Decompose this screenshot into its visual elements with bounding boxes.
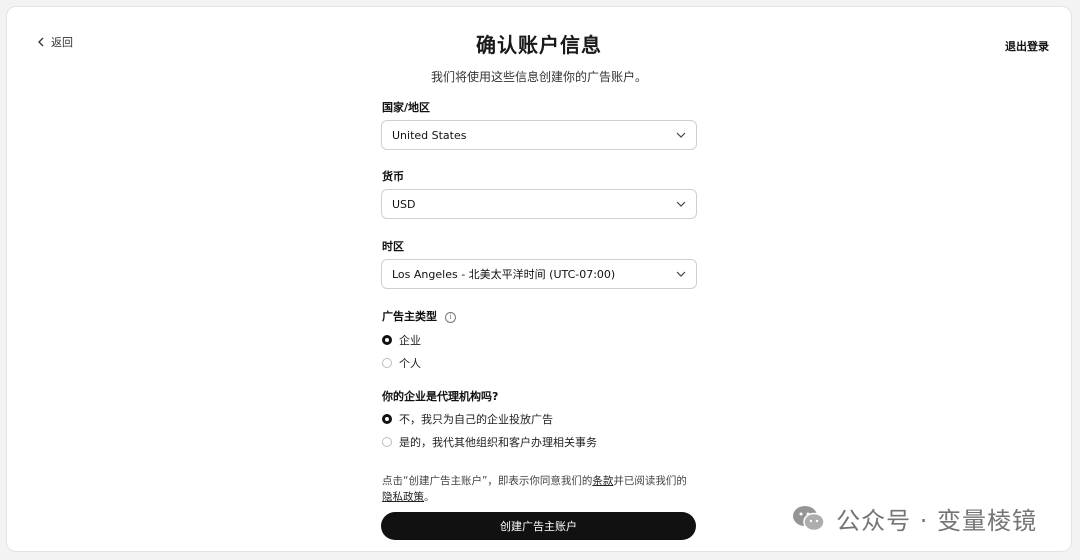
timezone-value: Los Angeles - 北美太平洋时间 (UTC-07:00) [392,268,616,281]
page-frame: 返回 退出登录 确认账户信息 我们将使用这些信息创建你的广告账户。 国家/地区 … [6,6,1072,552]
radio-selected-icon[interactable] [382,335,392,345]
terms-notice: 点击“创建广告主账户”，即表示你同意我们的条款并已阅读我们的 隐私政策。 [382,473,712,505]
currency-select[interactable]: USD [381,189,697,219]
radio-unselected-icon[interactable] [382,437,392,447]
chevron-down-icon [676,271,686,277]
watermark-text: 公众号 · 变量棱镜 [836,507,1037,535]
create-advertiser-account-button[interactable]: 创建广告主账户 [381,512,696,540]
radio-label: 企业 [399,334,421,347]
advertiser-type-label-text: 广告主类型 [382,310,437,323]
page-subtitle: 我们将使用这些信息创建你的广告账户。 [430,70,647,84]
currency-value: USD [392,197,416,211]
page-title: 确认账户信息 [476,33,602,57]
terms-suffix: 。 [424,491,435,503]
radio-label: 是的，我代其他组织和客户办理相关事务 [399,436,597,449]
advertiser-type-label: 广告主类型 i [382,308,456,324]
radio-option-not-agency[interactable]: 不，我只为自己的企业投放广告 [382,411,553,427]
country-value: United States [392,128,467,142]
currency-label: 货币 [382,170,404,183]
privacy-policy-link[interactable]: 隐私政策 [382,491,424,503]
terms-link[interactable]: 条款 [592,475,613,487]
info-icon[interactable]: i [445,311,456,323]
radio-selected-icon[interactable] [382,414,392,424]
timezone-label: 时区 [382,240,404,253]
country-label: 国家/地区 [382,101,431,114]
terms-middle: 并已阅读我们的 [613,475,687,487]
radio-option-agency[interactable]: 是的，我代其他组织和客户办理相关事务 [382,434,597,450]
chevron-down-icon [676,201,686,207]
timezone-select[interactable]: Los Angeles - 北美太平洋时间 (UTC-07:00) [381,259,697,289]
country-select[interactable]: United States [381,120,697,150]
terms-prefix: 点击“创建广告主账户”，即表示你同意我们的 [382,475,593,487]
radio-option-individual[interactable]: 个人 [382,355,421,371]
chevron-down-icon [676,132,686,138]
agency-question-label: 你的企业是代理机构吗? [382,390,499,403]
watermark: 公众号 · 变量棱镜 [792,501,1037,536]
radio-option-business[interactable]: 企业 [382,332,421,348]
radio-label: 个人 [399,357,421,370]
radio-unselected-icon[interactable] [382,358,392,368]
radio-label: 不，我只为自己的企业投放广告 [399,413,553,426]
wechat-icon [793,505,825,531]
